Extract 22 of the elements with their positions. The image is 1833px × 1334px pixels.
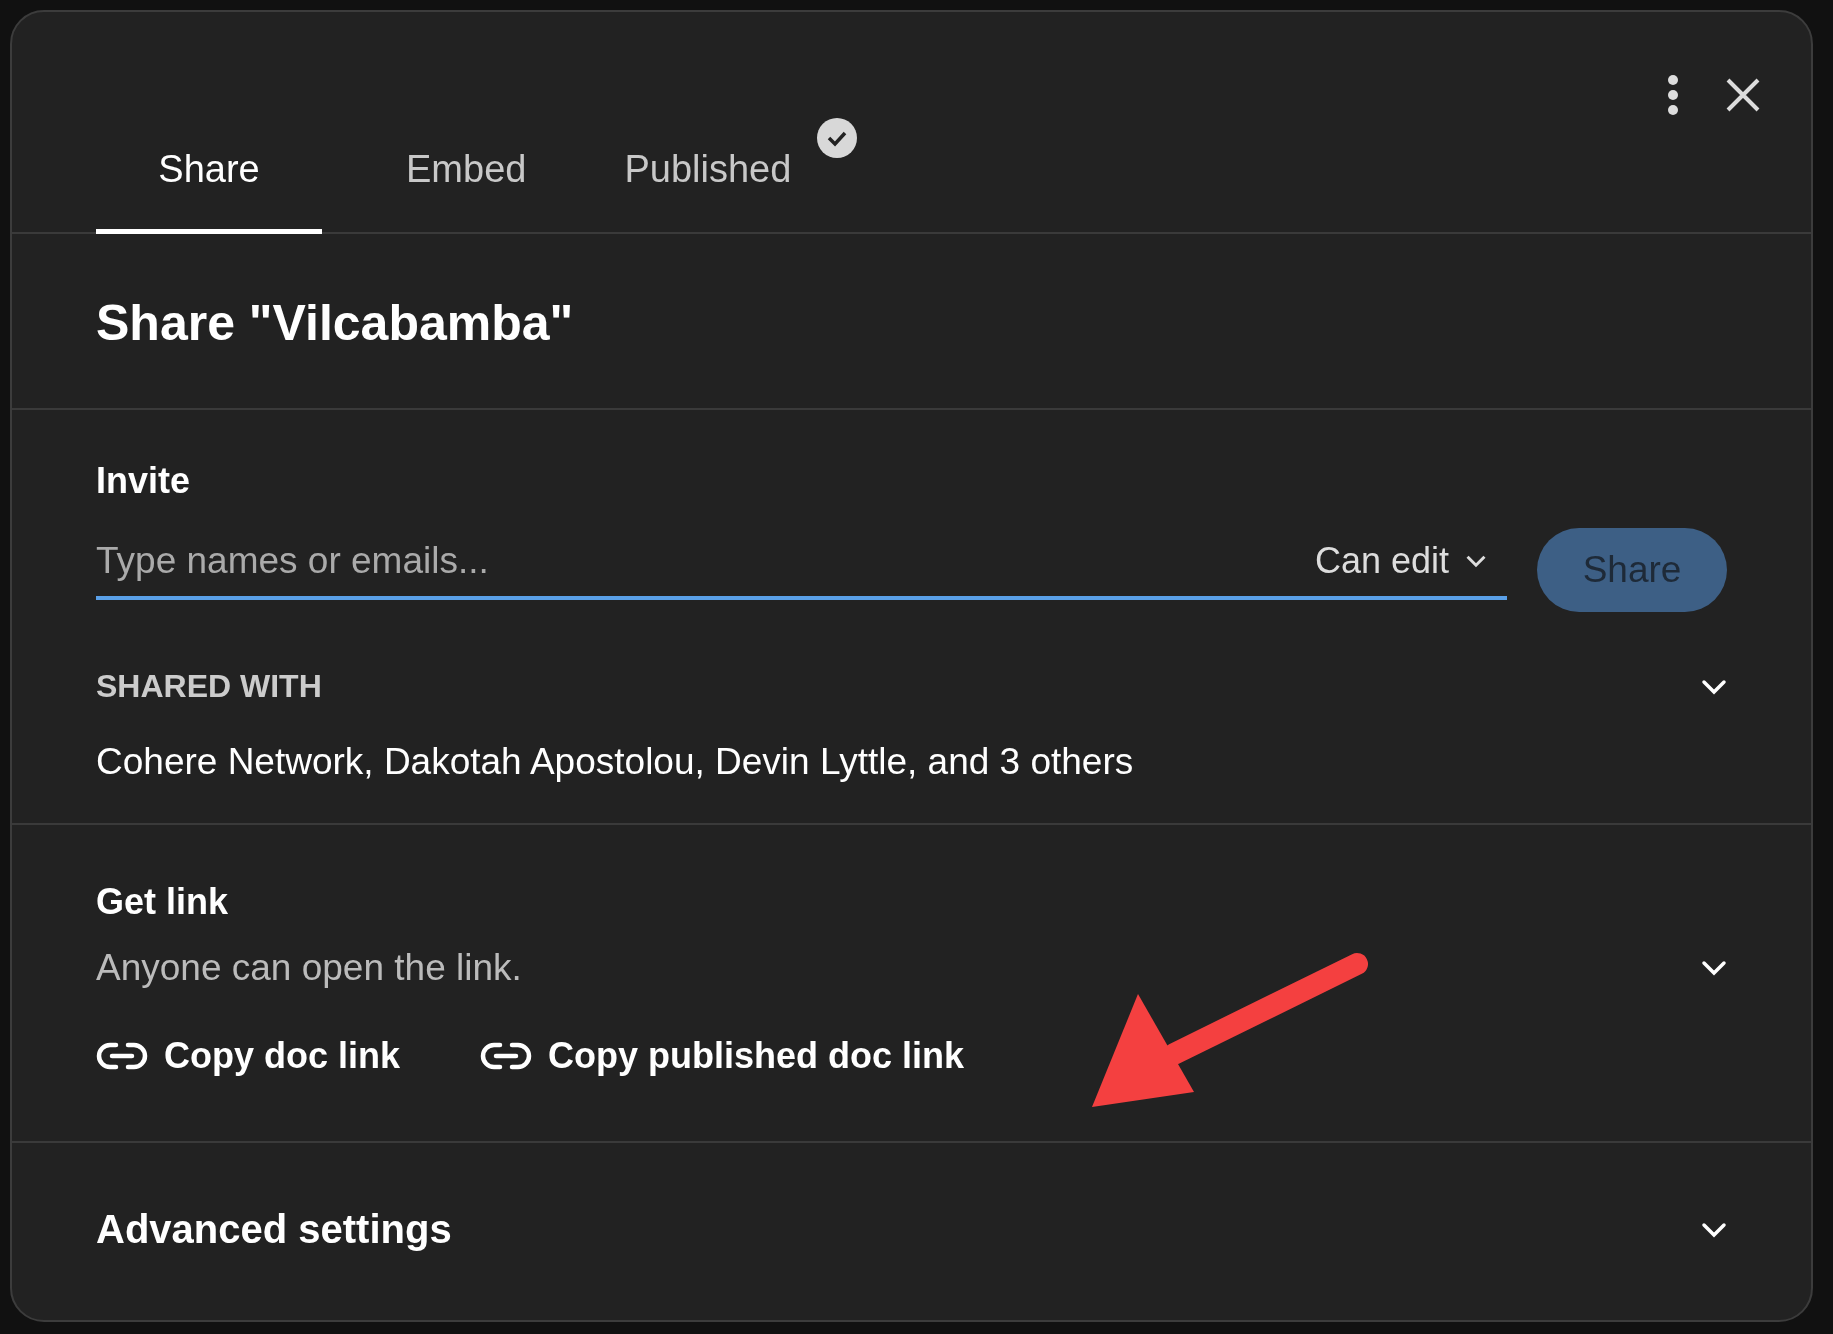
copy-link-button[interactable]: Copy doc link — [96, 1035, 401, 1077]
chevron-down-icon[interactable] — [1701, 1221, 1727, 1238]
more-icon[interactable] — [1667, 74, 1679, 116]
permission-dropdown[interactable]: Can edit — [1314, 540, 1507, 582]
chevron-down-icon — [1465, 554, 1487, 568]
shared-with-names: Cohere Network, Dakotah Apostolou, Devin Lyttle, and 3 others — [96, 741, 1135, 783]
tab[interactable]: Published — [610, 148, 806, 234]
chevron-down-icon[interactable] — [1701, 678, 1727, 695]
close-icon[interactable] — [1725, 77, 1761, 113]
invite-label: Invite — [96, 460, 192, 502]
get-link-label: Get link — [96, 881, 230, 923]
link-icon — [96, 1041, 148, 1071]
advanced-settings-label[interactable]: Advanced settings — [96, 1207, 452, 1252]
link-icon — [480, 1041, 533, 1071]
shared-with-label: SHARED WITH — [96, 668, 322, 705]
tab[interactable]: Share — [96, 148, 322, 234]
tab[interactable]: Embed — [392, 148, 541, 234]
chevron-down-icon[interactable] — [1701, 960, 1727, 976]
link-access-text: Anyone can open the link. — [96, 947, 522, 989]
dialog-title: Share "Vilcabamba" — [96, 294, 575, 352]
copy-link-button[interactable]: Copy published doc link — [480, 1035, 965, 1077]
invite-field[interactable]: Type names or emails... Can edit — [96, 540, 1507, 600]
